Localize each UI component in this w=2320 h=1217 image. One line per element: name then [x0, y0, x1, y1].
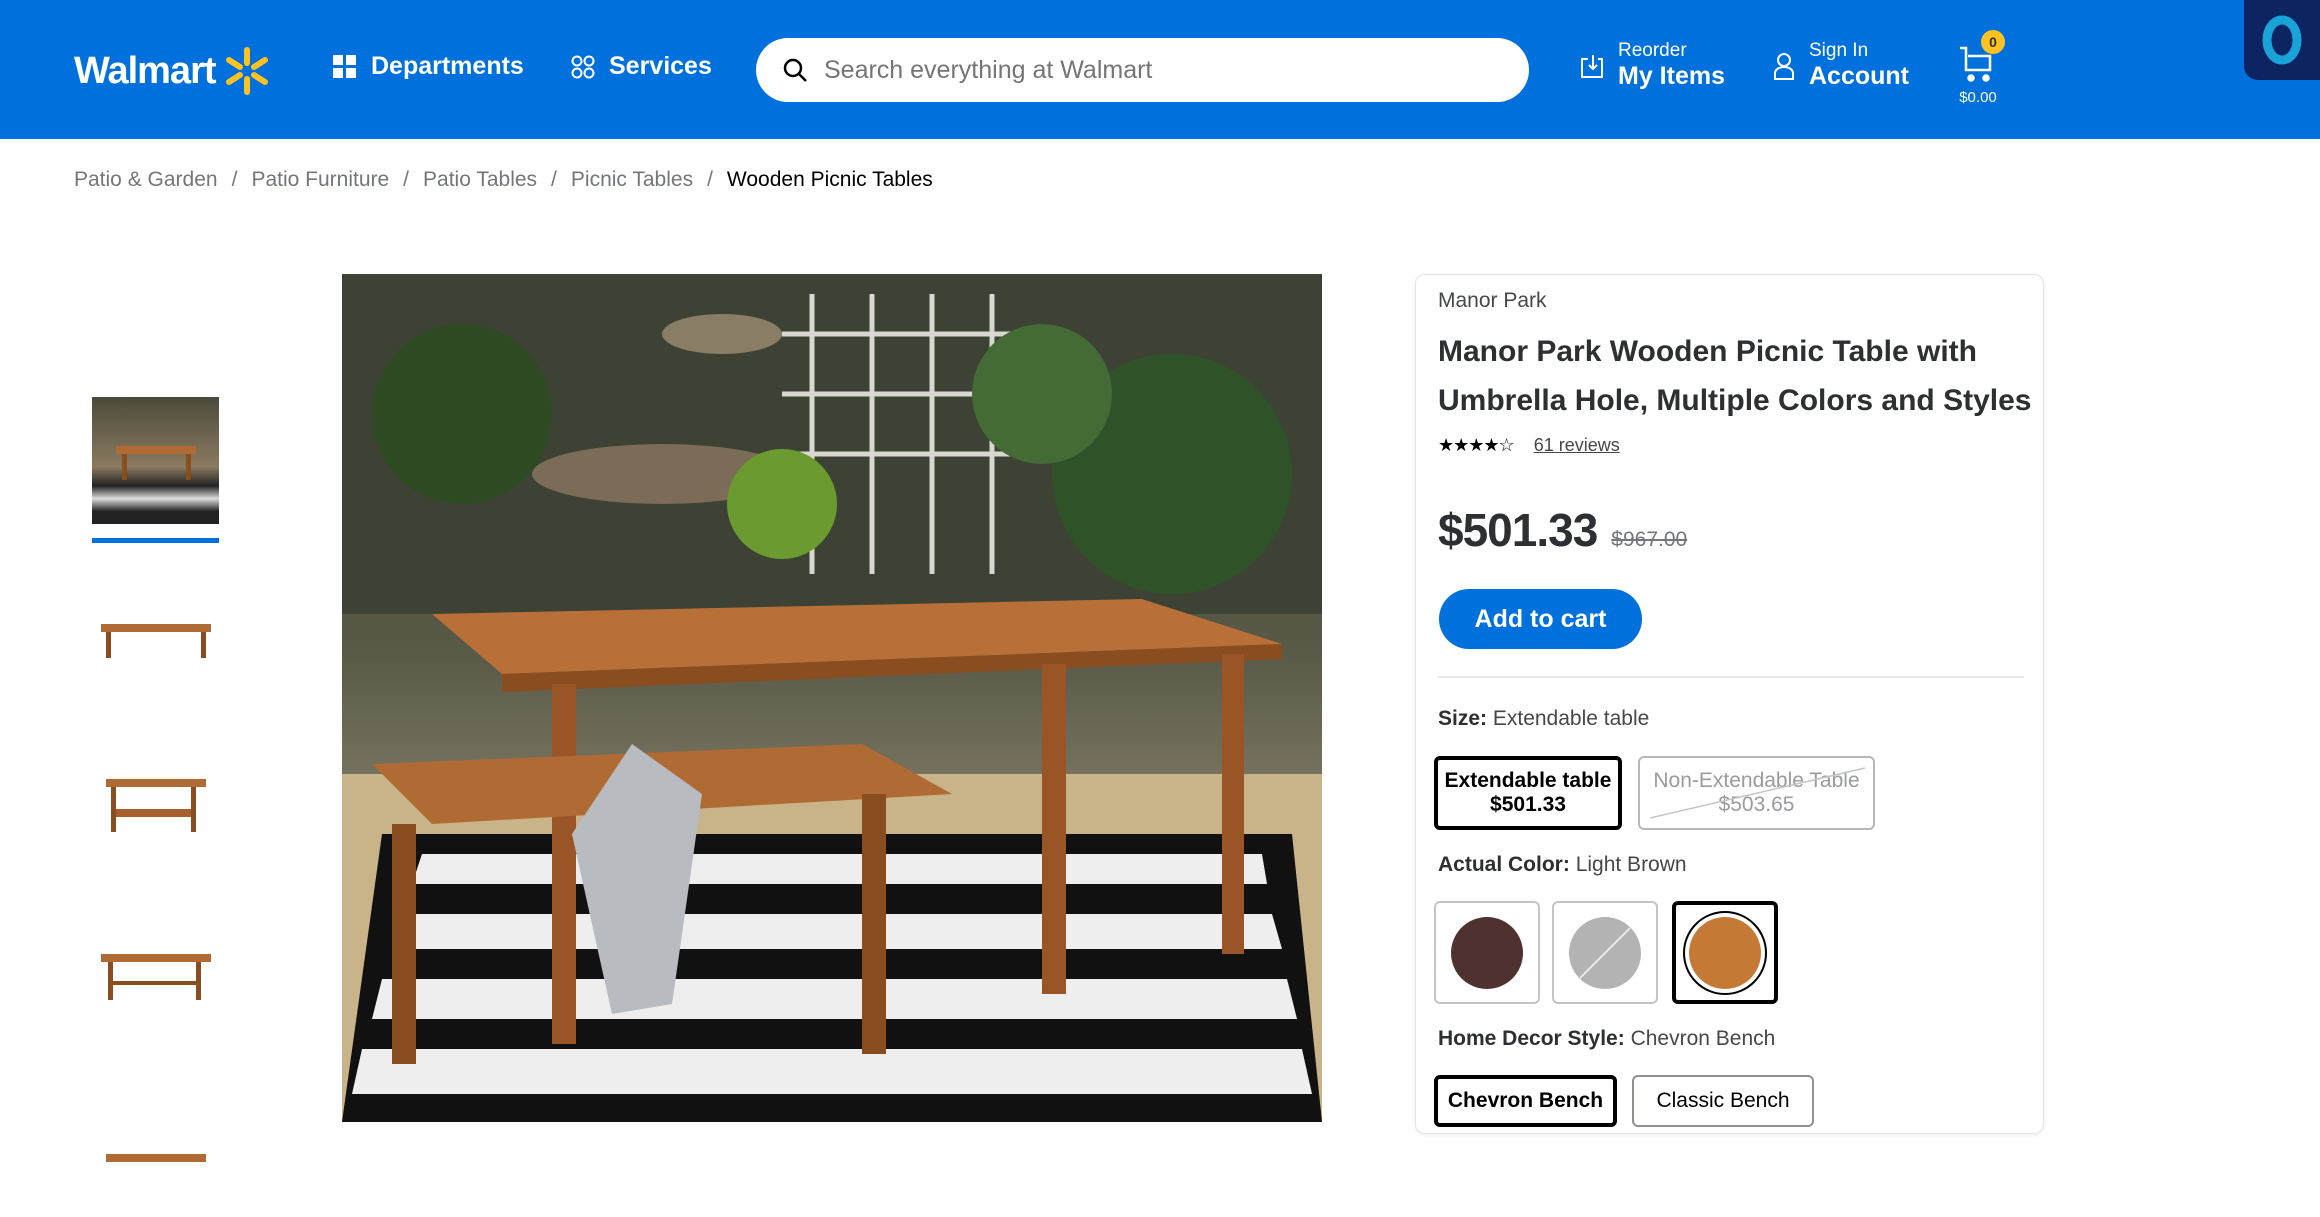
style-value: Chevron Bench: [1630, 1027, 1776, 1050]
breadcrumb-link[interactable]: Patio Furniture: [251, 168, 389, 192]
separator: /: [551, 168, 557, 191]
product-title: Manor Park Wooden Picnic Table with Umbr…: [1438, 327, 2038, 425]
departments-button[interactable]: Departments: [333, 52, 524, 81]
title-line: Manor Park Wooden Picnic Table with: [1438, 335, 1977, 368]
walmart-logo[interactable]: Walmart: [74, 46, 270, 96]
unavailable-strike: [1649, 767, 1866, 819]
product-info-card: Manor Park Manor Park Wooden Picnic Tabl…: [1415, 274, 2044, 1134]
thumbnail-3[interactable]: [92, 740, 219, 867]
swatch-circle: [1689, 916, 1761, 989]
star-rating-icon: ★★★★☆: [1438, 435, 1515, 455]
color-swatch-gray[interactable]: [1552, 901, 1658, 1004]
thumbnail-1[interactable]: [92, 397, 219, 524]
cart-count-badge: 0: [1981, 30, 2005, 54]
style-label: Home Decor Style: Chevron Bench: [1438, 1027, 1775, 1051]
color-label: Actual Color: Light Brown: [1438, 853, 1687, 877]
services-label: Services: [609, 52, 712, 80]
swatch-selected-ring: [1683, 910, 1767, 995]
thumbnail-selected-indicator: [92, 538, 219, 543]
divider: [1438, 676, 2024, 678]
reviews-link[interactable]: 61 reviews: [1534, 435, 1620, 456]
site-header: Walmart Departments Services ReorderMy I…: [0, 0, 2320, 139]
grid-icon: [333, 54, 356, 78]
thumbnail-5[interactable]: [92, 1090, 219, 1217]
breadcrumb-link[interactable]: Picnic Tables: [571, 168, 693, 192]
color-value: Light Brown: [1575, 853, 1687, 876]
separator: /: [231, 168, 238, 191]
add-to-cart-button[interactable]: Add to cart: [1439, 589, 1642, 649]
search-icon: [783, 58, 807, 82]
search-bar[interactable]: [756, 38, 1529, 102]
user-icon: [1774, 52, 1794, 80]
was-price: $967.00: [1611, 528, 1688, 551]
breadcrumb-link[interactable]: Patio & Garden: [74, 168, 218, 192]
style-label-key: Home Decor Style:: [1438, 1027, 1625, 1050]
style-option-classic[interactable]: Classic Bench: [1632, 1075, 1814, 1127]
services-icon: [571, 55, 595, 78]
reorder-small: Reorder: [1618, 40, 1687, 61]
size-label: Size: Extendable table: [1438, 707, 1649, 731]
title-line: Umbrella Hole, Multiple Colors and Style…: [1438, 384, 2032, 417]
style-option-chevron[interactable]: Chevron Bench: [1434, 1075, 1617, 1127]
signin-small: Sign In: [1809, 40, 1869, 61]
spark-icon: [225, 47, 268, 95]
color-label-key: Actual Color:: [1438, 853, 1570, 876]
product-brand[interactable]: Manor Park: [1438, 289, 1547, 313]
product-main-image[interactable]: [342, 274, 1322, 1122]
size-option-extendable[interactable]: Extendable table $501.33: [1434, 756, 1622, 830]
search-input[interactable]: [824, 55, 1474, 85]
reorder-button[interactable]: Reorder My Items: [1580, 40, 1725, 91]
thumbnail-4[interactable]: [92, 910, 219, 1037]
reorder-big: My Items: [1618, 62, 1725, 90]
logo-text: Walmart: [74, 49, 217, 92]
current-price: $501.33: [1438, 504, 1598, 556]
swatch-circle-unavailable: [1569, 916, 1641, 989]
extension-icon[interactable]: [2244, 0, 2320, 80]
services-button[interactable]: Services: [571, 52, 712, 81]
size-value: Extendable table: [1492, 707, 1650, 730]
size-option-non-extendable[interactable]: Non-Extendable Table $503.65: [1638, 756, 1875, 830]
breadcrumb-current[interactable]: Wooden Picnic Tables: [727, 168, 933, 192]
size-label-key: Size:: [1438, 707, 1488, 730]
breadcrumb: Patio & Garden / Patio Furniture / Patio T…: [74, 168, 933, 192]
price-row: $501.33 $967.00: [1438, 503, 1687, 557]
color-swatch-dark-brown[interactable]: [1434, 901, 1540, 1004]
thumbnail-2[interactable]: [92, 570, 219, 697]
color-swatch-light-brown[interactable]: [1672, 901, 1778, 1004]
breadcrumb-link[interactable]: Patio Tables: [423, 168, 537, 192]
signin-big: Account: [1809, 62, 1909, 90]
departments-label: Departments: [371, 52, 524, 80]
separator: /: [403, 168, 410, 191]
option-name: Extendable table: [1444, 769, 1612, 792]
cart-button[interactable]: 0 $0.00: [1953, 30, 2005, 106]
option-price: $501.33: [1490, 793, 1566, 816]
cart-total: $0.00: [1959, 89, 1997, 106]
reorder-icon: [1581, 54, 1603, 78]
account-button[interactable]: Sign In Account: [1773, 40, 1909, 91]
swatch-circle: [1451, 916, 1523, 989]
rating-row: ★★★★☆ 61 reviews: [1438, 435, 1620, 456]
separator: /: [707, 168, 713, 191]
